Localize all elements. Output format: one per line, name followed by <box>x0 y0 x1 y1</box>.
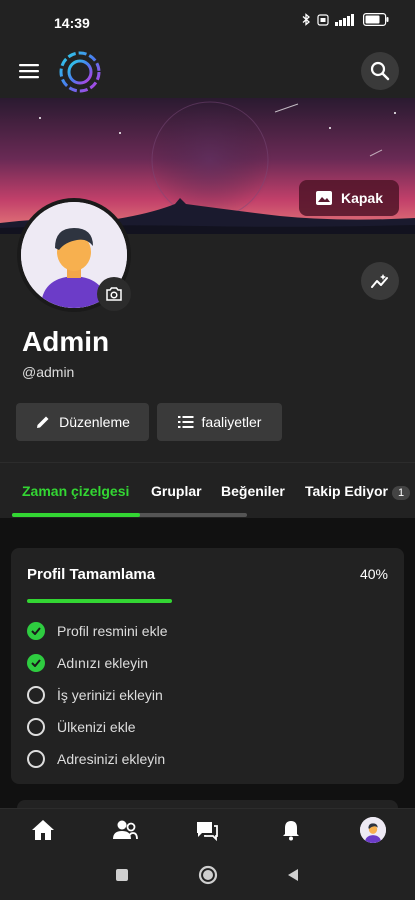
home-button[interactable] <box>197 864 219 886</box>
tab-groups[interactable]: Gruplar <box>151 483 202 499</box>
bluetooth-icon <box>302 13 311 31</box>
profile-tabs: Zaman çizelgesi Gruplar Beğeniler Takip … <box>0 462 415 518</box>
nav-messages[interactable] <box>192 815 222 845</box>
activity-label: faaliyetler <box>201 414 262 430</box>
tabs-active-indicator <box>12 513 140 517</box>
cover-button[interactable]: Kapak <box>299 180 399 216</box>
edit-profile-label: Düzenleme <box>59 414 130 430</box>
square-icon <box>116 869 128 881</box>
home-icon <box>32 820 54 840</box>
list-icon <box>177 416 194 428</box>
empty-circle-icon <box>27 686 45 704</box>
search-button[interactable] <box>361 52 399 90</box>
image-icon <box>315 191 332 205</box>
tab-timeline[interactable]: Zaman çizelgesi <box>22 483 129 499</box>
magic-wand-icon <box>371 274 388 288</box>
profile-avatar-small <box>360 817 386 843</box>
nav-notifications[interactable] <box>276 815 306 845</box>
task-label: Ülkenizi ekle <box>57 719 136 735</box>
following-count-badge: 1 <box>391 486 411 500</box>
menu-button[interactable] <box>16 58 42 84</box>
nav-friends[interactable] <box>110 815 140 845</box>
search-icon <box>370 61 390 81</box>
system-navigation <box>0 850 415 900</box>
back-triangle-icon <box>288 869 298 881</box>
bottom-navigation <box>0 808 415 850</box>
menu-icon <box>19 64 39 79</box>
battery-icon <box>363 13 389 31</box>
profile-completion-card: Profil Tamamlama 40% Profil resmini ekle… <box>11 548 404 784</box>
task-item[interactable]: Profil resmini ekle <box>27 621 167 641</box>
completion-title: Profil Tamamlama <box>27 566 156 583</box>
check-circle-icon <box>27 622 45 640</box>
empty-circle-icon <box>27 750 45 768</box>
status-bar: 14:39 <box>0 0 415 46</box>
app-logo[interactable] <box>58 50 102 94</box>
friends-icon <box>113 820 138 840</box>
tab-following[interactable]: Takip Ediyor 1 <box>305 483 411 500</box>
task-label: Adresinizi ekleyin <box>57 751 166 767</box>
completion-progress-bar <box>27 599 172 603</box>
empty-circle-icon <box>27 718 45 736</box>
app-header <box>0 46 415 98</box>
task-item[interactable]: Ülkenizi ekle <box>27 717 136 737</box>
profile-handle: @admin <box>22 364 75 380</box>
back-button[interactable] <box>282 864 304 886</box>
activity-button[interactable]: faaliyetler <box>157 403 282 441</box>
magic-button[interactable] <box>361 262 399 300</box>
change-avatar-button[interactable] <box>97 277 131 311</box>
recent-apps-button[interactable] <box>111 864 133 886</box>
camera-icon <box>106 287 122 301</box>
check-circle-icon <box>27 654 45 672</box>
task-item[interactable]: Adresinizi ekleyin <box>27 749 165 769</box>
signal-icon <box>335 13 357 31</box>
task-label: Adınızı ekleyin <box>57 655 149 671</box>
task-item[interactable]: Adınızı ekleyin <box>27 653 148 673</box>
status-time: 14:39 <box>54 15 90 31</box>
edit-profile-button[interactable]: Düzenleme <box>16 403 149 441</box>
task-label: Profil resmini ekle <box>57 623 168 639</box>
completion-percent: 40% <box>359 566 388 582</box>
profile-name: Admin <box>22 326 110 357</box>
cover-button-label: Kapak <box>340 190 384 206</box>
task-item[interactable]: İş yerinizi ekleyin <box>27 685 163 705</box>
tab-likes[interactable]: Beğeniler <box>221 483 285 499</box>
tab-following-label: Takip Ediyor <box>305 483 388 499</box>
nav-home[interactable] <box>28 815 58 845</box>
messages-icon <box>197 822 218 842</box>
pencil-icon <box>37 416 49 428</box>
notifications-icon <box>283 821 299 841</box>
sim-icon <box>317 13 329 31</box>
status-icons <box>302 13 389 31</box>
next-card-edge <box>17 800 398 808</box>
task-label: İş yerinizi ekleyin <box>57 687 163 703</box>
nav-profile[interactable] <box>358 815 388 845</box>
circle-icon <box>198 865 218 885</box>
